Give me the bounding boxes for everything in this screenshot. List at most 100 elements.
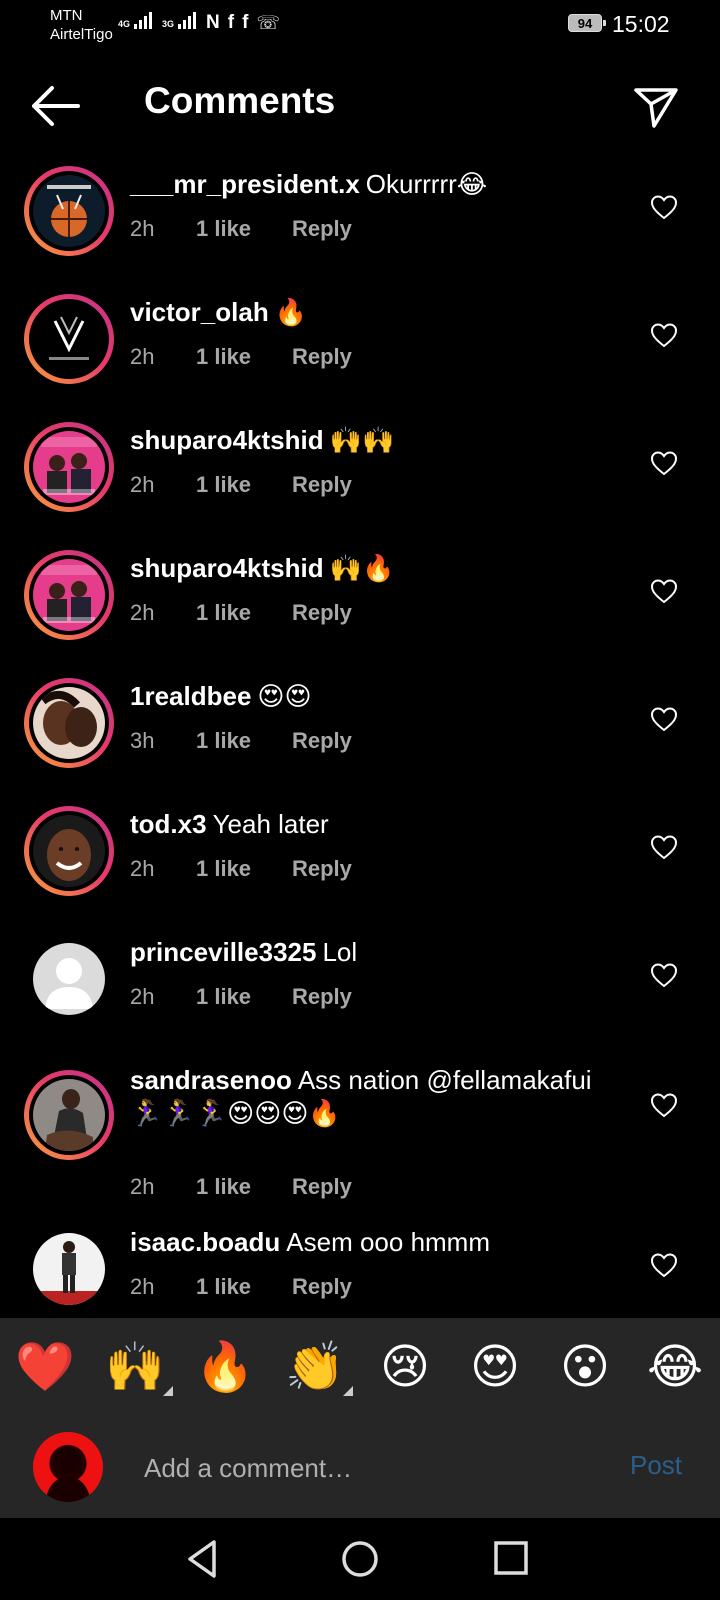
comment-meta: 2h 1 like Reply [130, 344, 352, 370]
battery-icon: 94 [568, 14, 606, 32]
reply-button[interactable]: Reply [292, 472, 352, 498]
comment-username[interactable]: sandrasenoo [130, 1065, 292, 1095]
emoji-glyph: 😮 [559, 1341, 611, 1394]
like-heart-icon[interactable] [650, 706, 678, 732]
comment-likes[interactable]: 1 like [196, 856, 292, 882]
comment-time: 2h [130, 472, 155, 497]
comment-likes[interactable]: 1 like [196, 472, 292, 498]
like-heart-icon[interactable] [650, 1252, 678, 1278]
comment-username[interactable]: ___mr_president.x [130, 169, 360, 199]
comment-text: shuparo4ktshid 🙌🔥 [130, 552, 624, 585]
comment-meta: 2h 1 like Reply [130, 216, 352, 242]
comment-row: shuparo4ktshid 🙌🙌 2h 1 like Reply [0, 416, 720, 516]
comment-username[interactable]: shuparo4ktshid [130, 553, 324, 583]
reply-button[interactable]: Reply [292, 600, 352, 626]
reply-button[interactable]: Reply [292, 216, 352, 242]
comment-likes[interactable]: 1 like [196, 344, 292, 370]
emoji-glyph: 😂 [646, 1341, 704, 1394]
emoji-reaction-button[interactable]: 🙌 [105, 1338, 173, 1398]
comment-likes[interactable]: 1 like [196, 984, 292, 1010]
header: Comments [0, 70, 720, 140]
comment-username[interactable]: shuparo4ktshid [130, 425, 324, 455]
back-arrow-icon[interactable] [30, 84, 82, 128]
comment-likes[interactable]: 1 like [196, 728, 292, 754]
avatar-image [33, 175, 105, 247]
comment-likes[interactable]: 1 like [196, 1174, 292, 1200]
comment-composer: Post [0, 1418, 720, 1518]
comment-row: ___mr_president.x Okurrrrr😂 2h 1 like Reply [0, 160, 720, 260]
avatar[interactable] [24, 166, 114, 256]
post-button[interactable]: Post [630, 1450, 682, 1481]
avatar[interactable] [24, 294, 114, 384]
emoji-reaction-button[interactable]: 👏 [285, 1338, 353, 1398]
comment-row: victor_olah 🔥 2h 1 like Reply [0, 288, 720, 388]
avatar[interactable] [24, 1070, 114, 1160]
home-nav-icon[interactable] [337, 1536, 383, 1582]
emoji-glyph: 😍 [469, 1341, 521, 1394]
comment-likes[interactable]: 1 like [196, 216, 292, 242]
reply-button[interactable]: Reply [292, 728, 352, 754]
comment-username[interactable]: isaac.boadu [130, 1227, 280, 1257]
comment-text: sandrasenoo Ass nation @fellamakafui 🏃‍♀️… [130, 1064, 624, 1130]
reply-button[interactable]: Reply [292, 344, 352, 370]
emoji-reaction-button[interactable]: 🔥 [195, 1338, 255, 1398]
status-bar: MTN AirtelTigo 4G 3G N f f ☏ 94 15:02 [0, 0, 720, 52]
recents-nav-icon[interactable] [489, 1536, 535, 1582]
avatar [33, 1432, 103, 1502]
comment-time: 2h [130, 600, 155, 625]
emoji-reaction-button[interactable]: 😂 [645, 1338, 705, 1398]
like-heart-icon[interactable] [650, 450, 678, 476]
reply-button[interactable]: Reply [292, 1274, 352, 1300]
like-heart-icon[interactable] [650, 834, 678, 860]
emoji-glyph: ❤️ [15, 1341, 75, 1394]
comment-body: 🔥 [274, 297, 308, 327]
emoji-reaction-button[interactable]: 😢 [375, 1338, 435, 1398]
whatsapp-icon: ☏ [256, 13, 281, 34]
emoji-reaction-button[interactable]: 😮 [555, 1338, 615, 1398]
direct-message-icon[interactable] [632, 82, 680, 130]
comment-likes[interactable]: 1 like [196, 1274, 292, 1300]
comment-meta: 2h 1 like Reply [130, 856, 352, 882]
facebook-icon: f [242, 12, 249, 33]
comment-username[interactable]: tod.x3 [130, 809, 207, 839]
like-heart-icon[interactable] [650, 1092, 678, 1118]
like-heart-icon[interactable] [650, 194, 678, 220]
avatar[interactable] [24, 550, 114, 640]
reply-button[interactable]: Reply [292, 984, 352, 1010]
like-heart-icon[interactable] [650, 962, 678, 988]
avatar[interactable] [24, 678, 114, 768]
comment-list[interactable]: ___mr_president.x Okurrrrr😂 2h 1 like Reply v… [0, 160, 720, 1318]
comment-likes[interactable]: 1 like [196, 600, 292, 626]
comment-meta: 2h 1 like Reply [130, 1174, 352, 1200]
avatar[interactable] [24, 806, 114, 896]
comment-time: 3h [130, 728, 155, 753]
comment-input[interactable] [142, 1442, 586, 1494]
emoji-glyph: 🔥 [195, 1341, 255, 1394]
comment-row: sandrasenoo Ass nation @fellamakafui 🏃‍♀️… [0, 1056, 720, 1206]
comment-username[interactable]: princeville3325 [130, 937, 316, 967]
avatar[interactable] [24, 422, 114, 512]
avatar[interactable] [24, 934, 114, 1024]
reply-button[interactable]: Reply [292, 856, 352, 882]
emoji-glyph: 😢 [379, 1341, 431, 1394]
emoji-reaction-button[interactable]: 😍 [465, 1338, 525, 1398]
avatar-image [33, 815, 105, 887]
comment-username[interactable]: victor_olah [130, 297, 269, 327]
comment-username[interactable]: 1realdbee [130, 681, 251, 711]
like-heart-icon[interactable] [650, 578, 678, 604]
emoji-glyph: 🙌 [105, 1341, 165, 1394]
comment-text: victor_olah 🔥 [130, 296, 624, 329]
comment-text: princeville3325 Lol [130, 936, 624, 969]
avatar-image [33, 687, 105, 759]
reply-button[interactable]: Reply [292, 1174, 352, 1200]
avatar[interactable] [24, 1224, 114, 1314]
comment-time: 2h [130, 984, 155, 1009]
like-heart-icon[interactable] [650, 322, 678, 348]
comment-meta: 3h 1 like Reply [130, 728, 352, 754]
comment-body: Yeah later [212, 809, 329, 839]
back-nav-icon[interactable] [182, 1536, 228, 1582]
system-nav-bar [0, 1518, 720, 1600]
comment-text: shuparo4ktshid 🙌🙌 [130, 424, 624, 457]
comment-text: 1realdbee 😍😍 [130, 680, 624, 713]
emoji-reaction-button[interactable]: ❤️ [15, 1338, 75, 1398]
